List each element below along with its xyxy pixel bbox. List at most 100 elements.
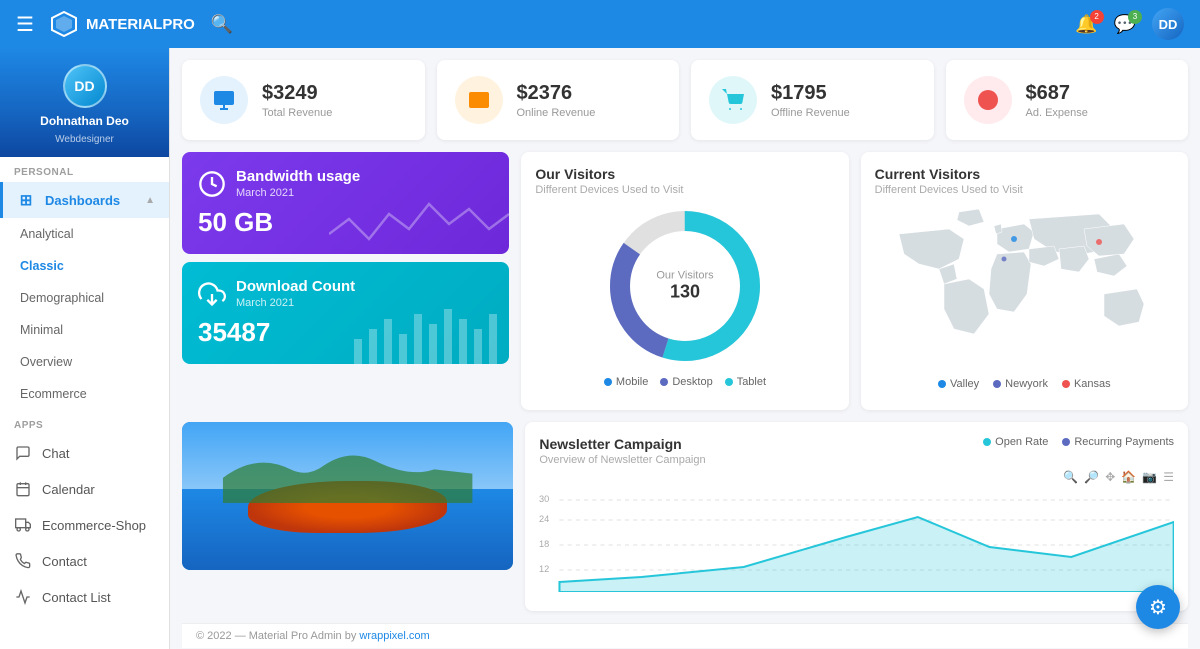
- total-revenue-icon: [200, 76, 248, 124]
- sidebar-item-ecommerce-shop[interactable]: Ecommerce-Shop: [0, 507, 169, 543]
- avatar[interactable]: DD: [1152, 8, 1184, 40]
- chart-toolbar: 🔍 🔎 ✥ 🏠 📷 ☰: [539, 470, 1174, 484]
- chat-icon: [14, 444, 32, 462]
- search-icon[interactable]: 🔍: [211, 14, 233, 35]
- app-logo: MATERIALPRO: [50, 10, 195, 38]
- svg-text:18: 18: [539, 539, 549, 549]
- newyork-dot: [993, 380, 1001, 388]
- download-icon: [198, 280, 226, 308]
- newsletter-card: Newsletter Campaign Overview of Newslett…: [525, 422, 1188, 611]
- photo-inner: [182, 422, 513, 570]
- app-name: MATERIALPRO: [86, 16, 195, 33]
- legend-newyork: Newyork: [993, 378, 1048, 390]
- apps-section-label: Apps: [0, 410, 169, 435]
- ecommerce-shop-icon: [14, 516, 32, 534]
- stat-card-ad-expense: $687 Ad. Expense: [946, 60, 1189, 140]
- dl-info: Download Count March 2021: [236, 278, 355, 309]
- dl-date: March 2021: [236, 297, 355, 309]
- sidebar-item-contact[interactable]: Contact: [0, 543, 169, 579]
- legend-kansas-label: Kansas: [1074, 378, 1111, 390]
- stat-card-offline-revenue: $1795 Offline Revenue: [691, 60, 934, 140]
- messages-icon[interactable]: 💬3: [1114, 14, 1136, 35]
- sidebar-item-minimal-label: Minimal: [20, 323, 63, 337]
- main-content: $3249 Total Revenue $2376 Online Revenue: [170, 48, 1200, 649]
- sidebar-item-demographical[interactable]: Demographical: [0, 282, 169, 314]
- legend-newyork-label: Newyork: [1005, 378, 1048, 390]
- sidebar-item-classic[interactable]: Classic: [0, 250, 169, 282]
- newsletter-subtitle: Overview of Newsletter Campaign: [539, 454, 705, 466]
- legend-recurring: Recurring Payments: [1062, 436, 1174, 448]
- legend-desktop: Desktop: [660, 376, 712, 388]
- legend-recurring-label: Recurring Payments: [1074, 436, 1174, 448]
- visitors-title: Our Visitors: [535, 166, 834, 182]
- sidebar-item-analytical[interactable]: Analytical: [0, 218, 169, 250]
- dashboards-icon: ⊞: [17, 191, 35, 209]
- newsletter-legend: Open Rate Recurring Payments: [983, 436, 1174, 448]
- map-title: Current Visitors: [875, 166, 1174, 182]
- sidebar-item-ecommerce-shop-label: Ecommerce-Shop: [42, 518, 146, 533]
- sidebar-item-calendar[interactable]: Calendar: [0, 471, 169, 507]
- sidebar-item-ecommerce[interactable]: Ecommerce: [0, 378, 169, 410]
- sidebar-item-contact-list[interactable]: Contact List: [0, 579, 169, 615]
- donut-label-text: Our Visitors: [656, 270, 713, 282]
- sidebar-item-chat[interactable]: Chat: [0, 435, 169, 471]
- desktop-dot: [660, 378, 668, 386]
- sidebar-item-overview[interactable]: Overview: [0, 346, 169, 378]
- legend-desktop-label: Desktop: [672, 376, 712, 388]
- sidebar-item-classic-label: Classic: [20, 259, 64, 273]
- profile-avatar: DD: [63, 64, 107, 108]
- legend-valley-label: Valley: [950, 378, 979, 390]
- download-chart: [349, 299, 509, 364]
- sidebar-item-contact-label: Contact: [42, 554, 87, 569]
- sidebar-profile: DD Dohnathan Deo Webdesigner: [0, 48, 169, 157]
- bottom-row: Newsletter Campaign Overview of Newslett…: [182, 422, 1188, 611]
- sidebar: DD Dohnathan Deo Webdesigner Personal ⊞ …: [0, 48, 170, 649]
- visitors-legend: Mobile Desktop Tablet: [535, 376, 834, 396]
- topnav-left: ☰ MATERIALPRO 🔍: [16, 10, 233, 38]
- donut-label-value: 130: [656, 282, 713, 303]
- sidebar-item-calendar-label: Calendar: [42, 482, 95, 497]
- sidebar-item-demographical-label: Demographical: [20, 291, 104, 305]
- hamburger-icon[interactable]: ☰: [16, 12, 34, 37]
- chart-home-icon[interactable]: 🏠: [1121, 470, 1136, 484]
- personal-section-label: Personal: [0, 157, 169, 182]
- footer-link[interactable]: wrappixel.com: [359, 630, 429, 642]
- sidebar-item-minimal[interactable]: Minimal: [0, 314, 169, 346]
- layout: DD Dohnathan Deo Webdesigner Personal ⊞ …: [0, 48, 1200, 649]
- notifications-icon[interactable]: 🔔2: [1075, 14, 1097, 35]
- chart-camera-icon[interactable]: 📷: [1142, 470, 1157, 484]
- svg-text:12: 12: [539, 564, 549, 574]
- chart-pan-icon[interactable]: ✥: [1105, 470, 1115, 484]
- online-revenue-value: $2376: [517, 82, 596, 105]
- logo-icon: [50, 10, 78, 38]
- chart-zoom-in-icon[interactable]: 🔎: [1084, 470, 1099, 484]
- ad-expense-icon: [964, 76, 1012, 124]
- fab-settings[interactable]: ⚙: [1136, 585, 1180, 629]
- sidebar-item-dashboards[interactable]: ⊞ Dashboards ▲: [0, 182, 169, 218]
- message-badge: 3: [1128, 10, 1142, 24]
- newsletter-header: Newsletter Campaign Overview of Newslett…: [539, 436, 1174, 466]
- newsletter-title-block: Newsletter Campaign Overview of Newslett…: [539, 436, 705, 466]
- profile-name: Dohnathan Deo: [40, 114, 129, 128]
- stat-card-total-revenue: $3249 Total Revenue: [182, 60, 425, 140]
- chevron-up-icon: ▲: [145, 195, 155, 206]
- chart-zoom-out-icon[interactable]: 🔍: [1063, 470, 1078, 484]
- legend-open-rate-label: Open Rate: [995, 436, 1048, 448]
- online-revenue-label: Online Revenue: [517, 107, 596, 119]
- mobile-dot: [604, 378, 612, 386]
- legend-valley: Valley: [938, 378, 979, 390]
- visitors-card: Our Visitors Different Devices Used to V…: [521, 152, 848, 410]
- legend-mobile-label: Mobile: [616, 376, 648, 388]
- footer: © 2022 — Material Pro Admin by wrappixel…: [182, 623, 1188, 648]
- legend-kansas: Kansas: [1062, 378, 1111, 390]
- stat-cards-row: $3249 Total Revenue $2376 Online Revenue: [182, 60, 1188, 140]
- offline-revenue-info: $1795 Offline Revenue: [771, 82, 850, 119]
- map-legend: Valley Newyork Kansas: [875, 372, 1174, 390]
- contact-icon: [14, 552, 32, 570]
- sidebar-item-overview-label: Overview: [20, 355, 72, 369]
- map-subtitle: Different Devices Used to Visit: [875, 184, 1174, 196]
- chart-menu-icon[interactable]: ☰: [1163, 470, 1174, 484]
- newsletter-title: Newsletter Campaign: [539, 436, 705, 452]
- ad-expense-label: Ad. Expense: [1026, 107, 1088, 119]
- bw-title: Bandwidth usage: [236, 168, 360, 185]
